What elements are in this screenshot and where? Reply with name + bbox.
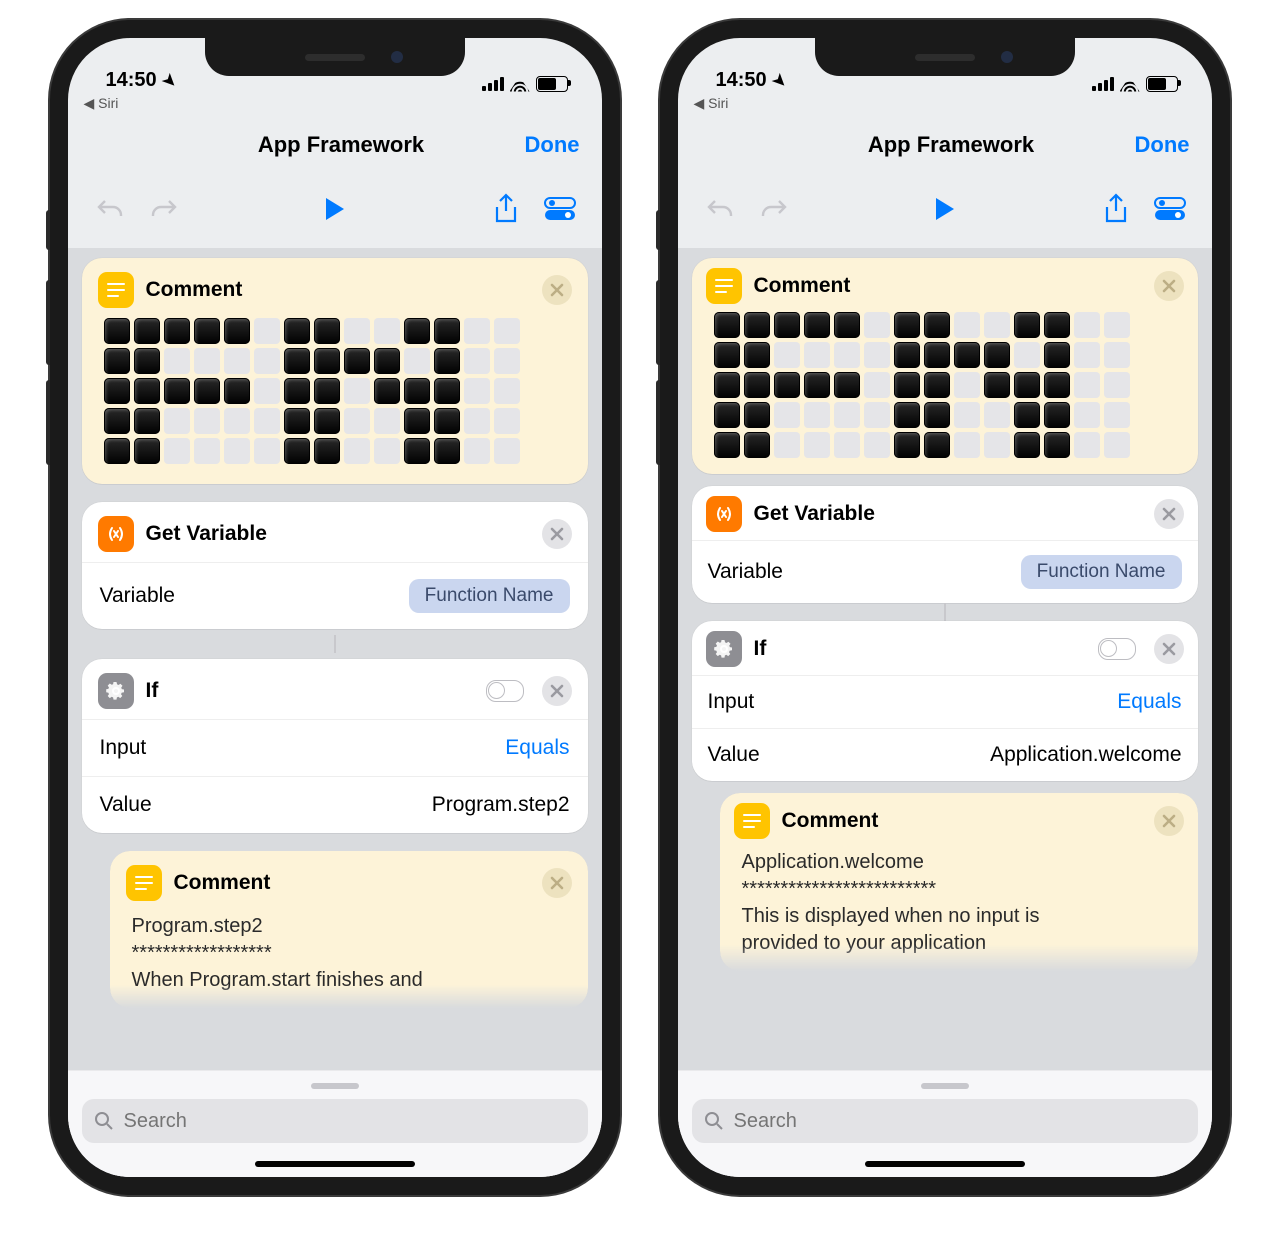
search-icon [704,1111,724,1131]
share-button[interactable] [486,189,526,229]
run-button[interactable] [315,189,355,229]
notch [815,38,1075,76]
card-title: Comment [146,278,530,302]
redo-button[interactable] [144,189,184,229]
card-title: If [146,679,474,703]
compare-value[interactable]: Program.step2 [432,793,570,817]
comment-action-card[interactable]: Comment [692,258,1198,474]
comment-action-card[interactable]: Comment Application.welcome ************… [720,793,1198,971]
signal-icon [1092,77,1114,91]
comment-text[interactable]: Application.welcome ********************… [720,847,1198,957]
comment-pixel-art [692,312,1198,460]
card-title: Comment [782,809,1142,833]
delete-action-button[interactable] [542,275,572,305]
condition-value[interactable]: Equals [1117,690,1181,714]
comment-icon [98,272,134,308]
search-input[interactable] [692,1099,1198,1143]
get-variable-action-card[interactable]: Get Variable Variable Function Name [692,486,1198,603]
delete-action-button[interactable] [1154,499,1184,529]
if-action-card[interactable]: If Input Equals Value Application.welcom… [692,621,1198,781]
redo-button[interactable] [754,189,794,229]
delete-action-button[interactable] [542,519,572,549]
signal-icon [482,77,504,91]
card-title: If [754,637,1086,661]
page-title: App Framework [158,132,525,158]
settings-toggle-button[interactable] [540,189,580,229]
toolbar [68,174,602,248]
delete-action-button[interactable] [542,676,572,706]
delete-action-button[interactable] [1154,271,1184,301]
param-row-variable[interactable]: Variable Function Name [82,562,588,629]
comment-icon [126,865,162,901]
done-button[interactable]: Done [1135,132,1190,158]
status-time: 14:50 [106,69,157,92]
search-icon [94,1111,114,1131]
variable-icon [706,496,742,532]
get-variable-action-card[interactable]: Get Variable Variable Function Name [82,502,588,629]
card-settings-toggle[interactable] [1098,638,1136,660]
search-input[interactable] [82,1099,588,1143]
compare-value[interactable]: Application.welcome [990,743,1181,767]
comment-action-card[interactable]: Comment Program.step2 ******************… [110,851,588,1008]
condition-value[interactable]: Equals [505,736,569,760]
variable-icon [98,516,134,552]
back-to-app[interactable]: ◀ Siri [84,95,119,112]
gear-icon [98,673,134,709]
home-indicator[interactable] [865,1161,1025,1167]
comment-icon [734,803,770,839]
variable-token[interactable]: Function Name [1021,555,1182,589]
undo-button[interactable] [90,189,130,229]
home-indicator[interactable] [255,1161,415,1167]
battery-icon [1146,76,1178,92]
done-button[interactable]: Done [525,132,580,158]
param-row-input[interactable]: Input Equals [692,675,1198,728]
status-time: 14:50 [716,69,767,92]
run-button[interactable] [925,189,965,229]
param-row-value[interactable]: Value Program.step2 [82,776,588,833]
drag-handle[interactable] [921,1083,969,1089]
battery-icon [536,76,568,92]
param-row-input[interactable]: Input Equals [82,719,588,776]
notch [205,38,465,76]
delete-action-button[interactable] [542,868,572,898]
gear-icon [706,631,742,667]
back-to-app[interactable]: ◀ Siri [694,95,729,112]
toolbar [678,174,1212,248]
variable-token[interactable]: Function Name [409,579,570,613]
location-icon: ➤ [768,69,792,93]
location-icon: ➤ [158,69,182,93]
share-button[interactable] [1096,189,1136,229]
page-title: App Framework [768,132,1135,158]
workflow-canvas[interactable]: Comment Get Variable [68,248,602,1177]
phone-frame: 14:50 ➤ ◀ Siri App Framework Done [660,20,1230,1195]
workflow-canvas[interactable]: Comment Get Variable Variable Function N… [678,248,1212,1177]
settings-toggle-button[interactable] [1150,189,1190,229]
param-row-value[interactable]: Value Application.welcome [692,728,1198,781]
card-title: Comment [174,871,530,895]
comment-text[interactable]: Program.step2 ****************** When Pr… [110,911,588,994]
card-title: Comment [754,274,1142,298]
undo-button[interactable] [700,189,740,229]
delete-action-button[interactable] [1154,806,1184,836]
connector-line [944,603,946,621]
comment-action-card[interactable]: Comment [82,258,588,484]
phone-frame: 14:50 ➤ ◀ Siri App Framework Done [50,20,620,1195]
comment-pixel-art [82,318,588,470]
delete-action-button[interactable] [1154,634,1184,664]
wifi-icon [510,77,530,92]
param-row-variable[interactable]: Variable Function Name [692,540,1198,603]
connector-line [334,635,336,653]
wifi-icon [1120,77,1140,92]
card-settings-toggle[interactable] [486,680,524,702]
if-action-card[interactable]: If Input Equals Value Program.step2 [82,659,588,833]
card-title: Get Variable [754,502,1142,526]
comment-icon [706,268,742,304]
drag-handle[interactable] [311,1083,359,1089]
card-title: Get Variable [146,522,530,546]
